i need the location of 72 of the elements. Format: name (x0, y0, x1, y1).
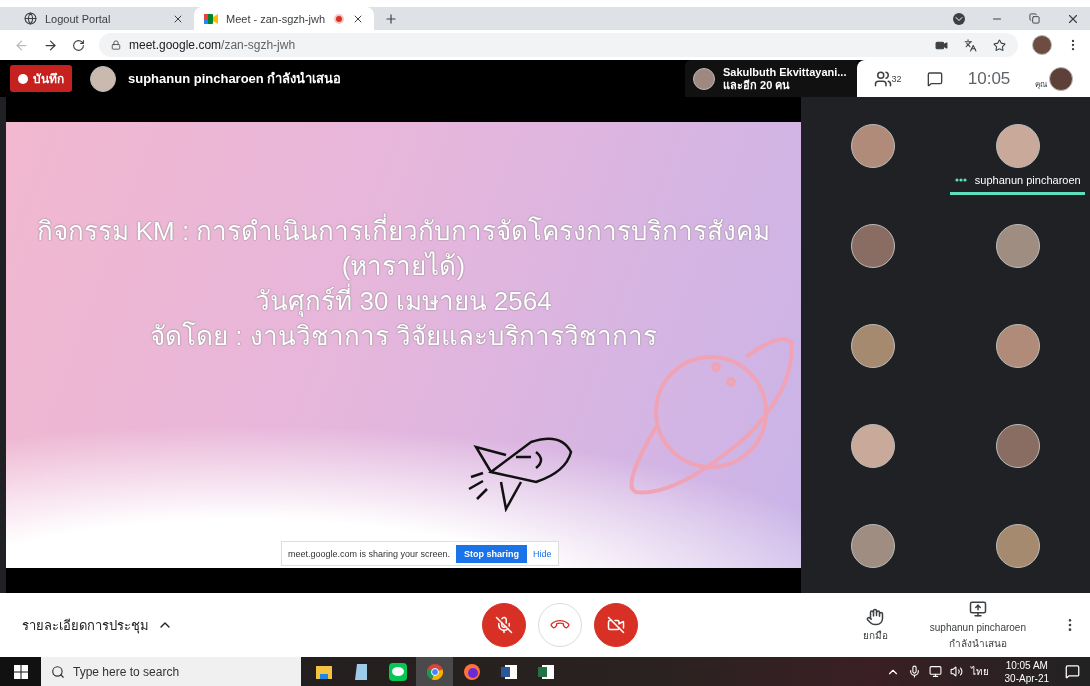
participant-avatar (995, 424, 1040, 468)
camera-off-icon (607, 616, 625, 634)
media-control-icon[interactable] (953, 12, 965, 25)
raise-hand-button[interactable]: ยกมือ (856, 607, 894, 643)
folder-icon (314, 663, 333, 680)
participant-avatar (851, 324, 896, 368)
speaker-more: และอีก 20 คน (723, 78, 792, 92)
slide-title-line: วันศุกร์ที่ 30 เมษายน 2564 (255, 284, 552, 319)
hand-icon (866, 608, 885, 626)
notification-icon[interactable] (1065, 664, 1080, 679)
chat-bubble-icon (388, 662, 407, 681)
windows-logo-icon (13, 664, 28, 679)
restore-icon[interactable] (1029, 13, 1040, 24)
speaking-indicator-icon (954, 178, 967, 182)
stop-sharing-button[interactable]: Stop sharing (456, 544, 528, 563)
screen-share-icon (968, 600, 987, 618)
record-button[interactable]: บันทึก (10, 65, 72, 92)
volume-icon[interactable] (949, 665, 963, 678)
hide-link[interactable]: Hide (533, 548, 552, 559)
address-bar[interactable]: meet.google.com/zan-sgzh-jwh (99, 33, 1018, 57)
camera-logo-icon (204, 12, 218, 25)
presenter-status: suphanun pincharoen กำลังนำเสนอ (128, 70, 342, 88)
document-icon (499, 663, 518, 680)
translate-icon[interactable] (964, 38, 977, 52)
meeting-time: 10:05 (967, 68, 1011, 89)
lock-icon (111, 40, 121, 50)
participant-name: suphanun pincharoen (974, 174, 1081, 186)
notice-text: meet.google.com is sharing your screen. (288, 548, 451, 559)
self-label: คุณ (1035, 78, 1048, 91)
presenter-avatar (90, 65, 116, 92)
hang-up-button[interactable] (538, 603, 582, 647)
microphone-icon[interactable] (907, 665, 921, 678)
participant-avatar (995, 324, 1040, 368)
taskbar-search-field[interactable]: Type here to search (41, 657, 301, 686)
participant-avatar (995, 524, 1040, 568)
participant-avatar (851, 124, 896, 168)
reload-icon[interactable] (72, 38, 85, 52)
star-icon[interactable] (993, 38, 1006, 52)
taskbar-clock[interactable]: 10:05 AM 30-Apr-21 (1004, 658, 1049, 685)
globe-icon (24, 12, 37, 25)
participant-avatar (851, 424, 896, 468)
presenting-button[interactable]: suphanun pincharoen กำลังนำเสนอ (923, 599, 1032, 651)
self-avatar (1049, 66, 1074, 91)
camera-button[interactable] (594, 603, 638, 647)
microphone-off-icon (495, 616, 513, 634)
microphone-button[interactable] (482, 603, 526, 647)
slide-title-line: (หารายได้) (341, 250, 466, 283)
participant-avatar (995, 124, 1040, 168)
input-language[interactable]: ไทย (970, 664, 989, 679)
url-text: meet.google.com/zan-sgzh-jwh (129, 38, 296, 52)
network-icon[interactable] (928, 665, 942, 678)
browser-tab[interactable]: Meet - zan-sgzh-jwh (194, 7, 374, 30)
fox-globe-icon (462, 662, 481, 681)
profile-avatar[interactable] (1032, 35, 1052, 55)
browser-icon (425, 662, 444, 681)
slide-title-line: กิจกรรม KM : การดำเนินการเกี่ยวกับการจัดโครงการบริการสังคม (36, 214, 771, 249)
slide-title-line: จัดโดย : งานวิชาการ วิจัยและบริการวิชาการ (150, 320, 657, 353)
start-button[interactable] (0, 657, 41, 686)
meeting-details-toggle[interactable]: รายละเอียดการประชุม (22, 614, 482, 636)
forward-icon[interactable] (43, 37, 58, 53)
participant-avatar (995, 224, 1040, 268)
participant-avatar (851, 224, 896, 268)
search-icon (51, 664, 65, 679)
tab-title: Logout Portal (45, 12, 112, 25)
spreadsheet-icon (536, 663, 555, 680)
tab-title: Meet - zan-sgzh-jwh (226, 12, 326, 25)
participant-avatar (851, 524, 896, 568)
chat-icon[interactable] (926, 70, 943, 87)
speaker-name: Sakulbuth Ekvittayani... (723, 65, 847, 79)
browser-tab[interactable]: Logout Portal (14, 7, 194, 30)
speaker-avatar (693, 67, 715, 90)
notepad-icon (352, 662, 369, 681)
